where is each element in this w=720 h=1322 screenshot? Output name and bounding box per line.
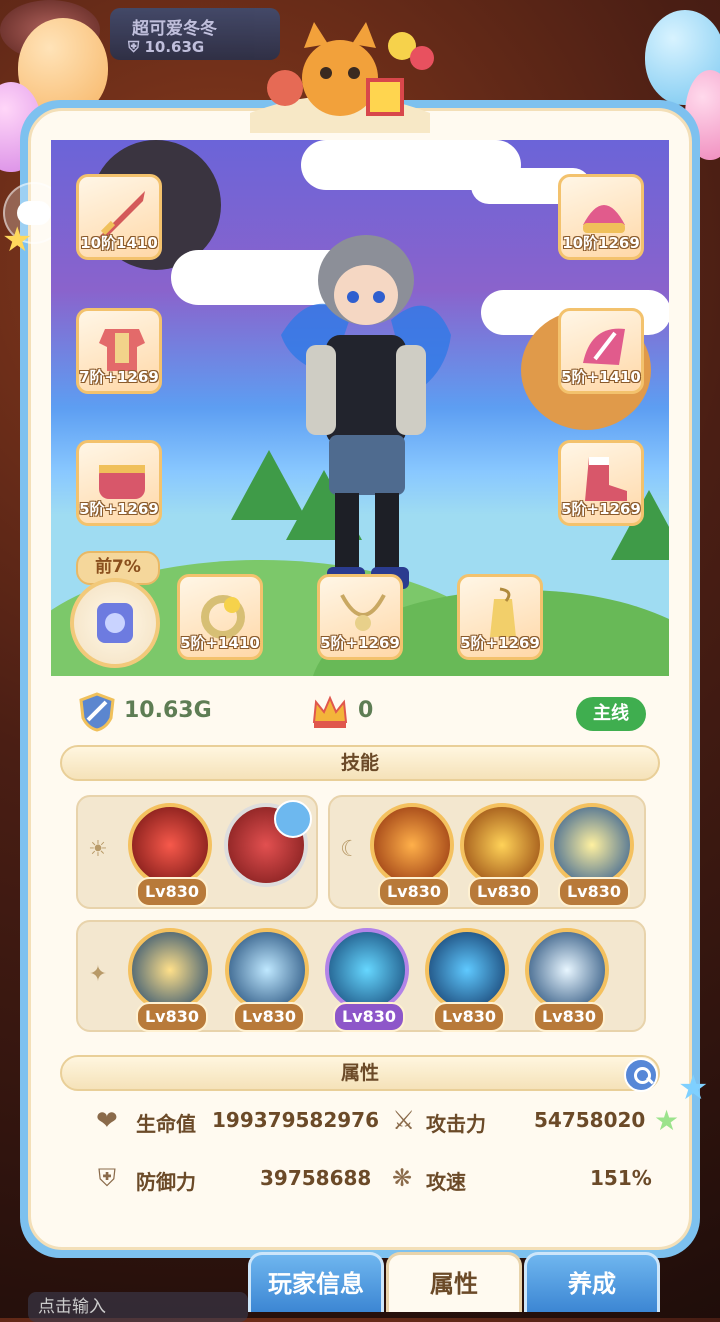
skill-icon — [325, 928, 409, 1012]
pet-lantern-icon — [97, 603, 133, 643]
player-character[interactable] — [271, 225, 461, 595]
equip-level: 5阶+1269 — [460, 634, 540, 652]
equip-slot-boots[interactable]: 5阶+1269 — [558, 440, 644, 526]
player-power: ⛨ 10.63G — [128, 38, 205, 56]
sword-badge-icon — [274, 800, 312, 838]
skill-icon — [128, 803, 212, 887]
shield-icon: ⛨ — [98, 1164, 116, 1192]
attack-label: 攻击力 — [426, 1112, 486, 1136]
skill-level: Lv830 — [233, 1002, 305, 1032]
skill-icon — [460, 803, 544, 887]
skill-icon — [128, 928, 212, 1012]
tab-player-info[interactable]: 玩家信息 — [248, 1252, 384, 1312]
crossed-swords-icon: ⚔ — [392, 1106, 416, 1136]
attack-speed-value: 151% — [590, 1166, 652, 1190]
skill-slot[interactable]: Lv830 — [128, 928, 212, 1038]
skill-level: Lv830 — [468, 877, 540, 907]
equip-slot-helmet[interactable]: 10阶1269 — [558, 174, 644, 260]
skill-icon — [525, 928, 609, 1012]
skills-header: 技能 — [60, 745, 660, 781]
skill-slot[interactable]: Lv830 — [425, 928, 509, 1038]
equip-level: 10阶1269 — [562, 234, 640, 252]
skill-slot[interactable]: Lv830 — [370, 803, 454, 913]
skill-level: Lv830 — [433, 1002, 505, 1032]
attributes-header: 属性 — [60, 1055, 660, 1091]
skill-level: Lv830 — [378, 877, 450, 907]
equip-level: 5阶+1410 — [180, 634, 260, 652]
equip-slot-necklace[interactable]: 5阶+1269 — [317, 574, 403, 660]
equip-slot-weapon[interactable]: 10阶1410 — [76, 174, 162, 260]
mascot-crest-icon — [250, 22, 434, 133]
skill-slot[interactable]: Lv830 — [550, 803, 634, 913]
tab-attributes[interactable]: 属性 — [386, 1252, 522, 1312]
attack-speed-label: 攻速 — [426, 1170, 466, 1194]
skill-slot[interactable]: Lv830 — [225, 928, 309, 1038]
star-decoration-icon: ★ — [654, 1104, 680, 1137]
mainline-button[interactable]: 主线 — [576, 697, 646, 731]
player-name: 超可爱冬冬 — [132, 19, 217, 39]
equip-slot-ring[interactable]: 5阶+1410 — [177, 574, 263, 660]
star-decoration-icon: ★ — [678, 1068, 709, 1108]
skill-icon — [550, 803, 634, 887]
tab-cultivate[interactable]: 养成 — [524, 1252, 660, 1312]
star-decoration-icon: ★ — [2, 220, 33, 260]
hp-value: 199379582976 — [212, 1108, 379, 1132]
skill-level: Lv830 — [333, 1002, 405, 1032]
pet-slot[interactable] — [70, 578, 160, 668]
hp-label: 生命值 — [136, 1112, 196, 1136]
crown-icon — [312, 695, 348, 728]
skill-icon — [370, 803, 454, 887]
equip-slot-charm[interactable]: 5阶+1269 — [457, 574, 543, 660]
heart-icon: ❤ — [96, 1106, 118, 1136]
equip-level: 5阶+1269 — [79, 500, 159, 518]
attack-speed-icon: ❋ — [392, 1164, 413, 1192]
skill-level: Lv830 — [558, 877, 630, 907]
skill-level: Lv830 — [136, 1002, 208, 1032]
moon-icon: ☾ — [340, 837, 360, 862]
equip-level: 5阶+1269 — [561, 500, 641, 518]
skill-level: Lv830 — [533, 1002, 605, 1032]
skill-slot[interactable]: Lv830 — [525, 928, 609, 1038]
sun-icon: ☀ — [88, 837, 108, 862]
skill-slot[interactable]: Lv830 — [460, 803, 544, 913]
equip-level: 10阶1410 — [80, 234, 158, 252]
equip-slot-shoulder[interactable]: 5阶+1410 — [558, 308, 644, 394]
attributes-detail-search-icon[interactable] — [624, 1058, 658, 1092]
equip-level: 5阶+1269 — [320, 634, 400, 652]
skill-slot[interactable]: Lv830 — [325, 928, 409, 1038]
defense-label: 防御力 — [136, 1170, 196, 1194]
equip-slot-belt[interactable]: 5阶+1269 — [76, 440, 162, 526]
defense-value: 39758688 — [260, 1166, 372, 1190]
skill-slot[interactable]: Lv830 — [128, 803, 212, 913]
crown-count: 0 — [358, 698, 374, 723]
skill-level: Lv830 — [136, 877, 208, 907]
skill-icon — [425, 928, 509, 1012]
sparkle-icon: ✦ — [88, 962, 108, 987]
combat-power-value: 10.63G — [124, 698, 212, 723]
combat-power-shield-icon — [79, 692, 115, 732]
equip-level: 7阶+1269 — [79, 368, 159, 386]
equip-level: 5阶+1410 — [561, 368, 641, 386]
equip-slot-armor[interactable]: 7阶+1269 — [76, 308, 162, 394]
skill-icon — [225, 928, 309, 1012]
attack-value: 54758020 — [534, 1108, 646, 1132]
